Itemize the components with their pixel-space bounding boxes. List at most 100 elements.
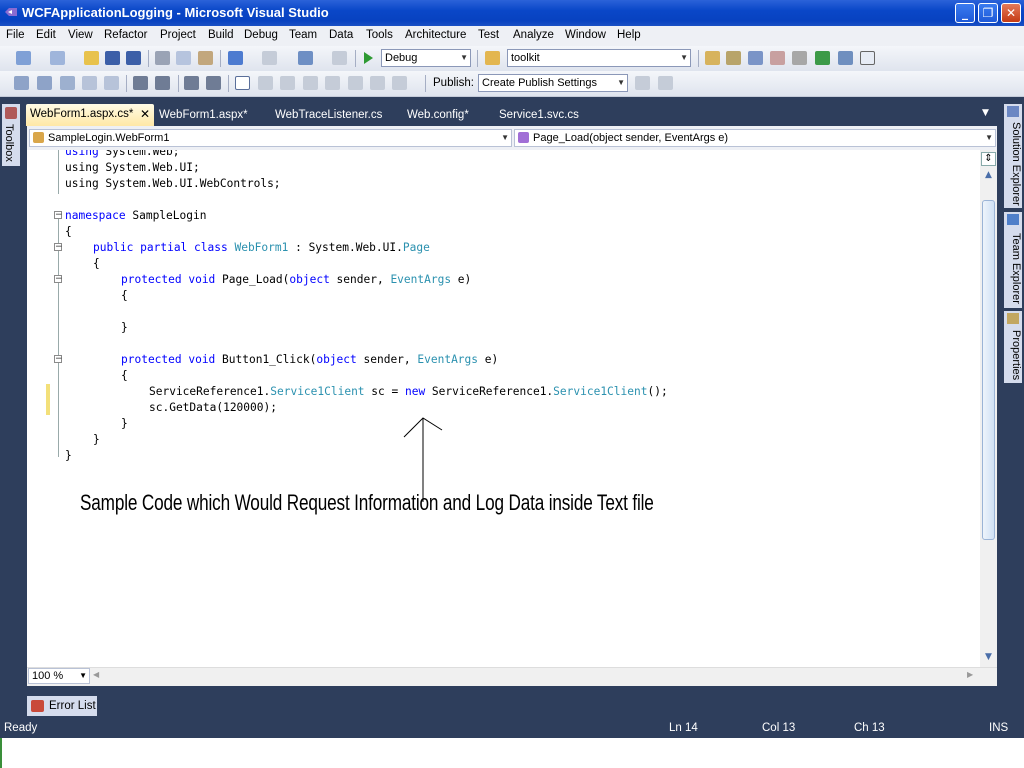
collapse-class-icon[interactable]: − [54,243,63,252]
menu-edit[interactable]: Edit [36,29,56,41]
navigate-forward-icon[interactable] [332,51,347,65]
chevron-down-icon: ▼ [617,78,625,87]
comment-icon[interactable] [184,76,199,90]
scroll-down-icon[interactable]: ▼ [981,650,996,664]
font-icon[interactable] [82,76,97,90]
properties-tab[interactable]: Properties [1004,311,1022,383]
error-list-tab[interactable]: Error List [27,696,97,716]
status-line: Ln 14 [669,722,698,734]
solution-configuration-select[interactable]: Debug ▼ [381,49,471,67]
bookmark-doc-icon[interactable] [348,76,363,90]
bookmark-folder-icon[interactable] [303,76,318,90]
team-explorer-tab[interactable]: Team Explorer [1004,212,1022,308]
menu-tools[interactable]: Tools [366,29,393,41]
menu-debug[interactable]: Debug [244,29,278,41]
maximize-button[interactable]: ❐ [978,3,998,23]
solution-explorer-label: Solution Explorer [1010,122,1022,206]
menu-window[interactable]: Window [565,29,606,41]
tools-icon[interactable] [792,51,807,65]
publish-settings-select[interactable]: Create Publish Settings ▼ [478,74,628,92]
tab-web-config[interactable]: Web.config* [407,105,469,125]
publish-web-icon[interactable] [658,76,673,90]
next-bookmark-icon[interactable] [280,76,295,90]
find-combo[interactable]: toolkit ▼ [507,49,691,67]
solution-explorer-icon [1007,106,1019,117]
decrease-indent-icon[interactable] [133,76,148,90]
menu-test[interactable]: Test [478,29,499,41]
close-tab-icon[interactable]: ✕ [140,104,150,125]
increase-indent-icon[interactable] [155,76,170,90]
vertical-scroll-thumb[interactable] [982,200,995,540]
scroll-right-icon[interactable]: ▶ [967,670,973,679]
active-files-dropdown-icon[interactable]: ▼ [982,108,989,118]
navigate-backward-icon[interactable] [298,51,313,65]
pointer-icon[interactable] [60,76,75,90]
command-window-icon[interactable] [860,51,875,65]
copy-icon[interactable] [176,51,191,65]
format-icon[interactable] [14,76,29,90]
format-selection-icon[interactable] [37,76,52,90]
menu-refactor[interactable]: Refactor [104,29,147,41]
toolbox-tab[interactable]: Toolbox [2,104,20,166]
scroll-left-icon[interactable]: ◀ [93,670,99,679]
menu-file[interactable]: File [6,29,25,41]
save-all-icon[interactable] [126,51,141,65]
chevron-down-icon: ▼ [501,133,509,142]
redo-icon[interactable] [262,51,277,65]
bookmark-icon[interactable] [235,76,250,90]
start-debugging-icon[interactable] [362,51,374,65]
toolbar-separator [355,50,356,67]
collapse-button-click-icon[interactable]: − [54,355,63,364]
undo-icon[interactable] [228,51,243,65]
extension-manager-icon[interactable] [815,51,830,65]
object-browser-icon[interactable] [748,51,763,65]
cut-icon[interactable] [155,51,170,65]
minimize-button[interactable]: _ [955,3,975,23]
tab-webform1-aspx[interactable]: WebForm1.aspx* [159,105,248,125]
menu-project[interactable]: Project [160,29,196,41]
collapse-page-load-icon[interactable]: − [54,275,63,284]
new-project-icon[interactable] [16,51,31,65]
bookmark-next-folder-icon[interactable] [325,76,340,90]
close-button[interactable]: ✕ [1001,3,1021,23]
save-icon[interactable] [105,51,120,65]
start-page-icon[interactable] [838,51,853,65]
solution-explorer-tab[interactable]: Solution Explorer [1004,104,1022,208]
collapse-namespace-icon[interactable]: − [54,211,63,220]
solution-explorer-icon[interactable] [705,51,720,65]
previous-bookmark-icon[interactable] [258,76,273,90]
paste-icon[interactable] [198,51,213,65]
type-name: Page [402,241,430,254]
menu-architecture[interactable]: Architecture [405,29,466,41]
member-selector-value: Page_Load(object sender, EventArgs e) [533,132,729,144]
menu-data[interactable]: Data [329,29,353,41]
bookmark-next-doc-icon[interactable] [370,76,385,90]
horizontal-scrollbar[interactable]: ◀ ▶ [27,667,997,686]
publish-value: Create Publish Settings [482,77,597,89]
menu-team[interactable]: Team [289,29,317,41]
properties-window-icon[interactable] [726,51,741,65]
class-selector[interactable]: SampleLogin.WebForm1 ▼ [29,129,512,147]
find-value: toolkit [511,52,540,64]
menu-analyze[interactable]: Analyze [513,29,554,41]
menu-help[interactable]: Help [617,29,641,41]
add-item-icon[interactable] [50,51,65,65]
zoom-select[interactable]: 100 % ▼ [28,668,90,684]
toolbox-icon[interactable] [770,51,785,65]
open-file-icon[interactable] [84,51,99,65]
find-in-files-icon[interactable] [485,51,500,65]
tab-webform1-aspx-cs[interactable]: WebForm1.aspx.cs* ✕ [26,104,154,126]
tab-service1-svc-cs[interactable]: Service1.svc.cs [499,105,579,125]
scroll-up-icon[interactable]: ▲ [981,168,996,182]
member-selector[interactable]: Page_Load(object sender, EventArgs e) ▼ [514,129,996,147]
menu-view[interactable]: View [68,29,93,41]
list-icon[interactable] [104,76,119,90]
clear-bookmarks-icon[interactable] [392,76,407,90]
split-handle-icon[interactable]: ⇕ [981,152,996,166]
identifier: : System.Web.UI. [288,241,403,254]
uncomment-icon[interactable] [206,76,221,90]
publish-icon[interactable] [635,76,650,90]
method-icon [518,132,529,143]
menu-build[interactable]: Build [208,29,234,41]
tab-webtracelistener-cs[interactable]: WebTraceListener.cs [275,105,382,125]
